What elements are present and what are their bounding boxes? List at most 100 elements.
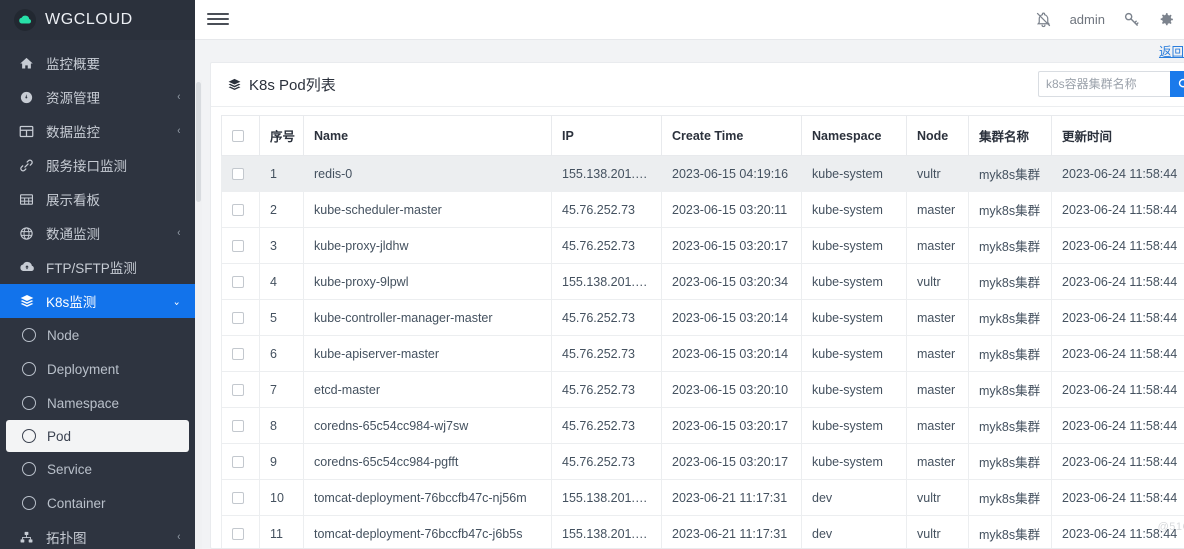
column-header-index[interactable]: 序号 [259, 115, 304, 157]
column-header-ip[interactable]: IP [551, 115, 662, 157]
row-name: redis-0 [303, 155, 552, 193]
row-name: coredns-65c54cc984-wj7sw [303, 407, 552, 445]
sidebar-item-network-monitor[interactable]: 数通监测 ‹ [0, 216, 195, 250]
content-scrollbar[interactable] [195, 79, 202, 549]
row-create-time: 2023-06-15 03:20:14 [661, 335, 802, 373]
row-checkbox[interactable] [232, 420, 244, 433]
search-button[interactable] [1170, 71, 1184, 98]
row-cluster: myk8s集群 [968, 371, 1052, 409]
home-icon [18, 56, 35, 71]
sidebar-nav: 监控概要 资源管理 ‹ 数据监控 ‹ 服务接口监测 展示看板 数通监测 ‹ FT… [0, 40, 195, 549]
row-index: 9 [259, 443, 304, 481]
row-checkbox[interactable] [232, 384, 244, 397]
row-index: 8 [259, 407, 304, 445]
sidebar-item-deployment[interactable]: Deployment [0, 352, 195, 386]
sidebar-item-label: K8s监测 [46, 295, 97, 310]
sidebar-item-monitor-overview[interactable]: 监控概要 [0, 46, 195, 80]
row-create-time: 2023-06-15 03:20:17 [661, 407, 802, 445]
row-name: kube-controller-manager-master [303, 299, 552, 337]
row-select-cell [221, 335, 260, 373]
sidebar-subitem-label: Node [47, 327, 80, 343]
row-select-cell [221, 515, 260, 548]
row-namespace: kube-system [801, 407, 907, 445]
row-checkbox[interactable] [232, 276, 244, 289]
table-row[interactable]: 4 kube-proxy-9lpwl 155.138.201.221 2023-06-… [221, 263, 1184, 301]
row-cluster: myk8s集群 [968, 155, 1052, 193]
row-index: 6 [259, 335, 304, 373]
admin-user-label[interactable]: admin [1070, 12, 1105, 27]
row-checkbox[interactable] [232, 240, 244, 253]
column-header-namespace[interactable]: Namespace [801, 115, 907, 157]
page-title-text: K8s Pod列表 [249, 76, 336, 94]
row-namespace: kube-system [801, 191, 907, 229]
table-row[interactable]: 3 kube-proxy-jldhw 45.76.252.73 2023-06-15 … [221, 227, 1184, 265]
sidebar-item-topology[interactable]: 拓扑图 ‹ [0, 520, 195, 549]
row-update-time: 2023-06-24 11:58:44 [1051, 227, 1184, 265]
back-link-row: 返回上级 [201, 40, 1184, 62]
column-header-cluster[interactable]: 集群名称 [968, 115, 1052, 157]
table-row[interactable]: 1 redis-0 155.138.201.221 2023-06-15 04:19:… [221, 155, 1184, 193]
chevron-left-icon: ‹ [177, 125, 181, 137]
row-index: 3 [259, 227, 304, 265]
sidebar-item-dashboard[interactable]: 展示看板 [0, 182, 195, 216]
select-all-checkbox[interactable] [232, 130, 244, 143]
row-namespace: kube-system [801, 155, 907, 193]
sidebar-item-service[interactable]: Service [0, 452, 195, 486]
hamburger-icon[interactable] [207, 8, 229, 30]
sidebar-item-container[interactable]: Container [0, 486, 195, 520]
sidebar-item-pod[interactable]: Pod [6, 420, 189, 452]
table-header-row: 序号 Name IP Create Time Namespace Node 集群… [221, 115, 1184, 157]
row-select-cell [221, 371, 260, 409]
row-checkbox[interactable] [232, 204, 244, 217]
row-name: tomcat-deployment-76bccfb47c-nj56m [303, 479, 552, 517]
brand[interactable]: WGCLOUD [0, 0, 195, 40]
row-checkbox[interactable] [232, 168, 244, 181]
row-update-time: 2023-06-24 11:58:44 [1051, 155, 1184, 193]
sidebar-item-resource-management[interactable]: 资源管理 ‹ [0, 80, 195, 114]
sidebar-item-ftp-sftp-monitor[interactable]: FTP/SFTP监测 [0, 250, 195, 284]
cloud-icon [14, 9, 36, 31]
row-create-time: 2023-06-15 03:20:11 [661, 191, 802, 229]
column-header-name[interactable]: Name [303, 115, 552, 157]
sidebar-item-service-api-monitor[interactable]: 服务接口监测 [0, 148, 195, 182]
bell-slash-icon[interactable] [1035, 11, 1052, 28]
table-row[interactable]: 2 kube-scheduler-master 45.76.252.73 2023-0… [221, 191, 1184, 229]
table-icon [18, 124, 35, 139]
table-row[interactable]: 9 coredns-65c54cc984-pgfft 45.76.252.73 202… [221, 443, 1184, 481]
row-namespace: kube-system [801, 443, 907, 481]
search-input[interactable] [1038, 71, 1170, 98]
sidebar-subitem-label: Pod [47, 428, 72, 444]
sidebar-subitem-label: Namespace [47, 395, 120, 411]
back-to-parent-link[interactable]: 返回上级 [1159, 41, 1184, 60]
table-row[interactable]: 6 kube-apiserver-master 45.76.252.73 2023-0… [221, 335, 1184, 373]
table-row[interactable]: 5 kube-controller-manager-master 45.76.252… [221, 299, 1184, 337]
column-header-node[interactable]: Node [906, 115, 969, 157]
row-checkbox[interactable] [232, 492, 244, 505]
row-node: master [906, 443, 969, 481]
row-node: master [906, 191, 969, 229]
grid-icon [18, 192, 35, 207]
gear-icon[interactable] [1158, 11, 1175, 28]
table-row[interactable]: 11 tomcat-deployment-76bccfb47c-j6b5s 155.… [221, 515, 1184, 548]
sidebar-item-data-monitor[interactable]: 数据监控 ‹ [0, 114, 195, 148]
sidebar-item-node[interactable]: Node [0, 318, 195, 352]
table-row[interactable]: 7 etcd-master 45.76.252.73 2023-06-15 03:20… [221, 371, 1184, 409]
row-checkbox[interactable] [232, 456, 244, 469]
row-checkbox[interactable] [232, 348, 244, 361]
circle-icon [22, 496, 36, 510]
scrollbar-thumb[interactable] [196, 81, 201, 202]
sidebar-item-k8s-monitor[interactable]: K8s监测 ⌄ [0, 284, 195, 318]
sidebar-item-label: 数通监测 [46, 227, 100, 242]
row-create-time: 2023-06-21 11:17:31 [661, 479, 802, 517]
key-icon[interactable] [1123, 11, 1140, 28]
column-header-create-time[interactable]: Create Time [661, 115, 802, 157]
column-header-update-time[interactable]: 更新时间 [1051, 115, 1184, 157]
sidebar-item-namespace[interactable]: Namespace [0, 386, 195, 420]
sidebar-item-label: 资源管理 [46, 91, 100, 106]
table-row[interactable]: 10 tomcat-deployment-76bccfb47c-nj56m 155.… [221, 479, 1184, 517]
row-ip: 45.76.252.73 [551, 227, 662, 265]
row-checkbox[interactable] [232, 312, 244, 325]
table-row[interactable]: 8 coredns-65c54cc984-wj7sw 45.76.252.73 202… [221, 407, 1184, 445]
sitemap-icon [18, 530, 35, 545]
row-checkbox[interactable] [232, 528, 244, 541]
